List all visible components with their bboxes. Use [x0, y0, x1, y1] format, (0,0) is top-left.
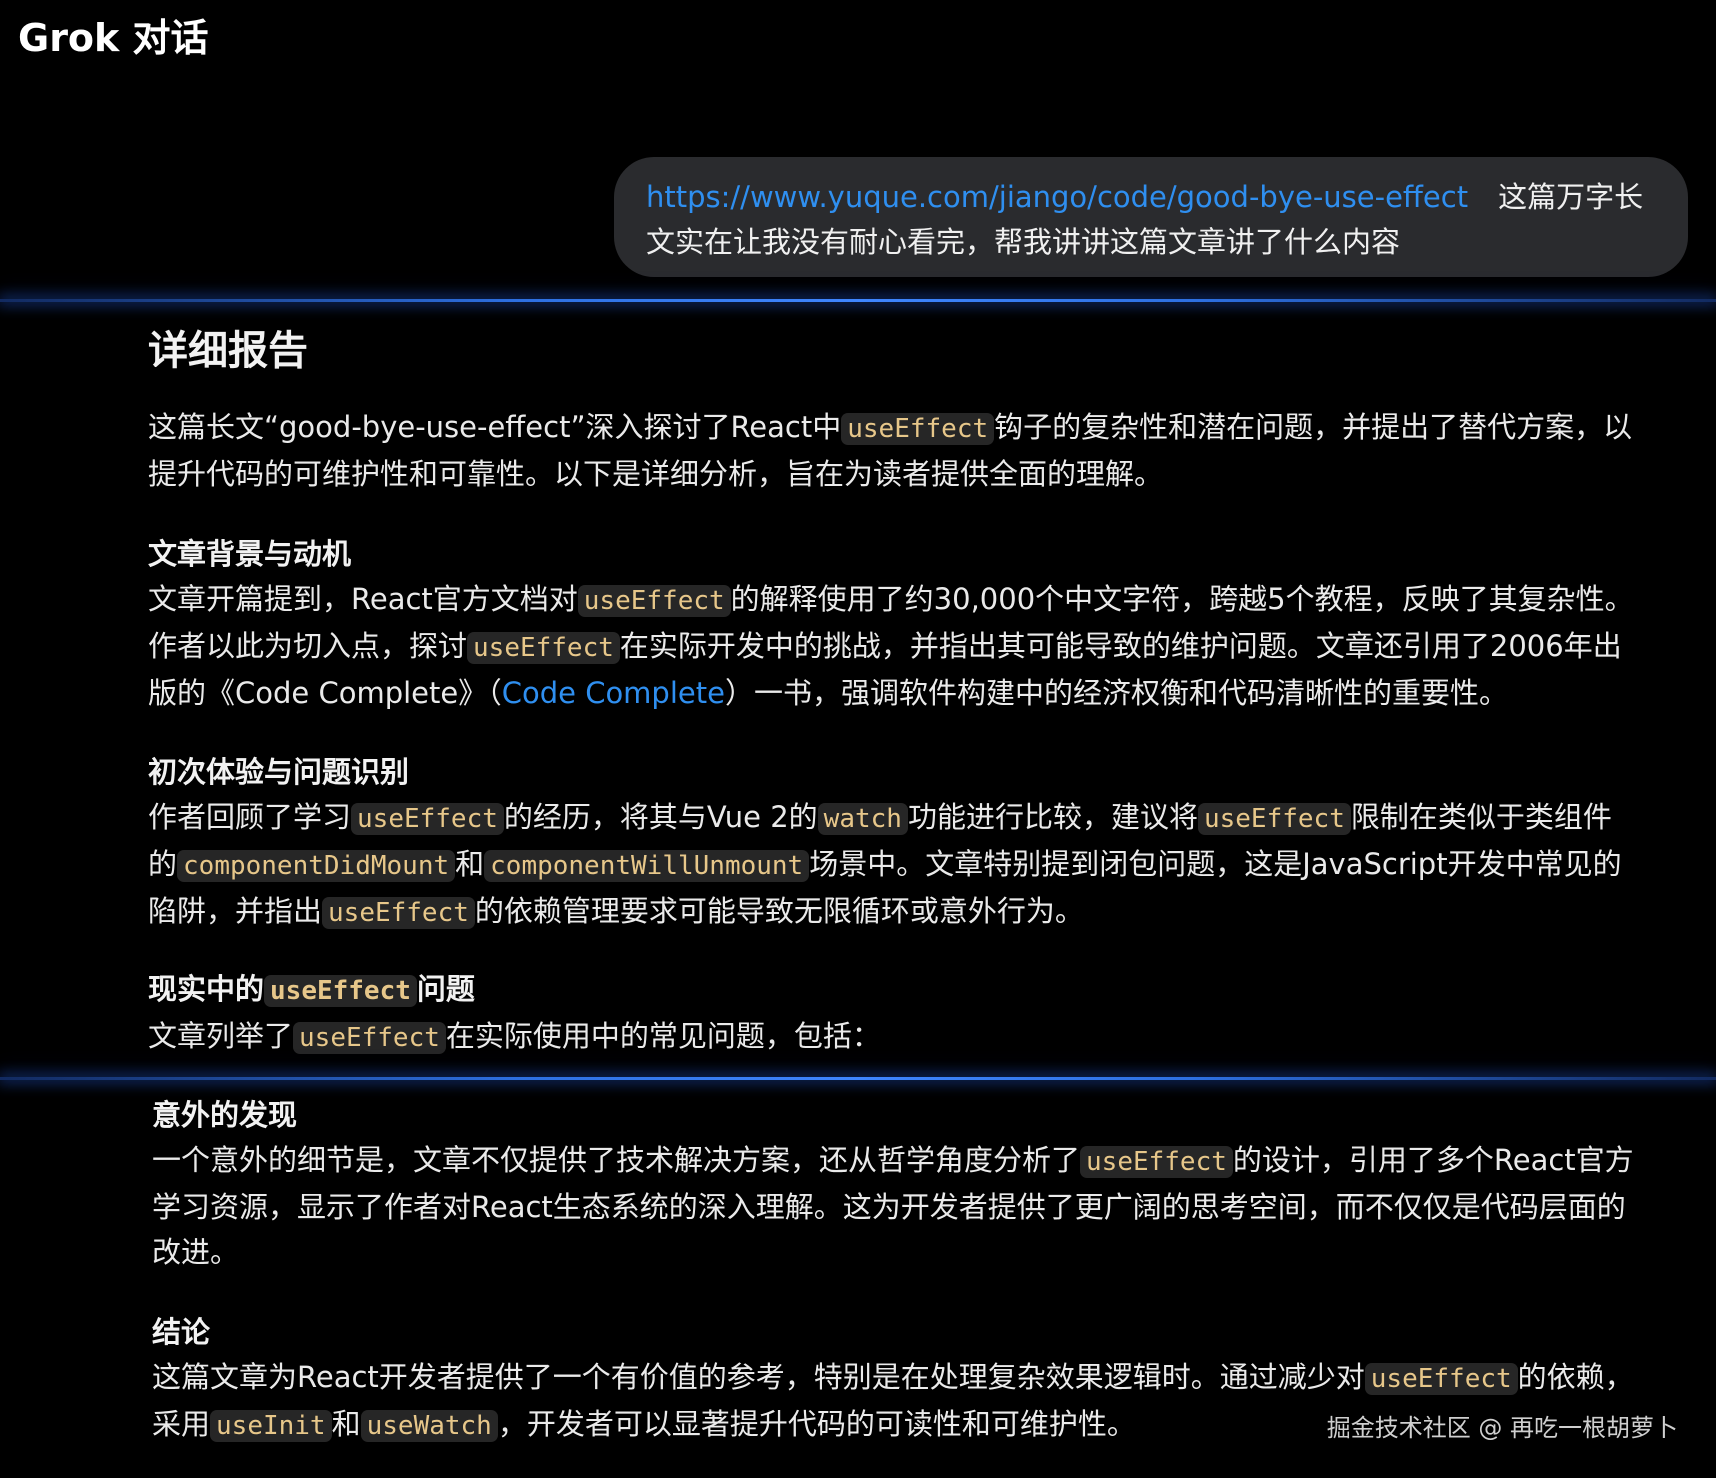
user-message-bubble: https://www.yuque.com/jiango/code/good-b… — [614, 157, 1688, 277]
real-problems-section: 现实中的 useEffect 问题 文章列举了 useEffect 在实际使用中的常见问… — [148, 967, 881, 1061]
middle-glow-divider — [0, 1077, 1716, 1080]
inline-code: useEffect — [1080, 1146, 1233, 1178]
inline-code: useWatch — [360, 1410, 498, 1442]
user-message-line-1: https://www.yuque.com/jiango/code/good-b… — [646, 175, 1652, 220]
first-experience-line-2: 的 componentDidMount 和 componentWillUnmount 场… — [148, 847, 1622, 882]
unexpected-line-2: 学习资源，显示了作者对React生态系统的深入理解。这为开发者提供了更广阔的思考… — [152, 1190, 1626, 1224]
first-experience-section: 初次体验与问题识别 作者回顾了学习 useEffect 的经历，将其与Vue 2的 w… — [148, 750, 1622, 936]
intro-section: 这篇长文“good-bye-use-effect”深入探讨了React中 useE… — [148, 405, 1632, 497]
user-message-line-2: 文实在让我没有耐心看完，帮我讲讲这篇文章讲了什么内容 — [646, 225, 1401, 259]
user-message-link[interactable]: https://www.yuque.com/jiango/code/good-b… — [646, 180, 1468, 214]
intro-line-2: 提升代码的可维护性和可靠性。以下是详细分析，旨在为读者提供全面的理解。 — [148, 457, 1164, 491]
inline-code: useEffect — [1364, 1363, 1518, 1395]
inline-code: useEffect — [351, 803, 504, 835]
inline-code: useEffect — [1197, 803, 1351, 835]
first-experience-title: 初次体验与问题识别 — [148, 755, 410, 789]
unexpected-line-1: 一个意外的细节是，文章不仅提供了技术解决方案，还从哲学角度分析了 useEffec… — [152, 1143, 1634, 1178]
background-line-3: 版的《Code Complete》（Code Complete）一书，强调软件构… — [148, 676, 1508, 710]
first-experience-line-3: 陷阱，并指出 useEffect 的依赖管理要求可能导致无限循环或意外行为。 — [148, 894, 1084, 929]
conclusion-title: 结论 — [152, 1315, 211, 1349]
conclusion-line-1: 这篇文章为React开发者提供了一个有价值的参考，特别是在处理复杂效果逻辑时。通… — [152, 1360, 1634, 1395]
first-experience-line-1: 作者回顾了学习 useEffect 的经历，将其与Vue 2的 watch 功能进行比较… — [148, 800, 1612, 835]
inline-code: useEffect — [322, 897, 475, 929]
background-section: 文章背景与动机 文章开篇提到，React官方文档对 useEffect 的解释使用了… — [148, 532, 1634, 716]
inline-code: useEffect — [841, 413, 995, 445]
background-title: 文章背景与动机 — [148, 537, 352, 571]
inline-code: useEffect — [577, 585, 731, 617]
watermark: 掘金技术社区 @ 再吃一根胡萝卜 — [1326, 1414, 1678, 1442]
inline-code: useEffect — [467, 632, 620, 664]
inline-code: componentWillUnmount — [484, 850, 810, 882]
app-title: Grok 对话 — [18, 16, 209, 60]
real-problems-title: 现实中的 useEffect 问题 — [148, 972, 475, 1007]
report-title: 详细报告 — [148, 328, 308, 374]
unexpected-line-3: 改进。 — [152, 1235, 240, 1269]
top-glow-divider — [0, 299, 1716, 302]
code-complete-link[interactable]: Code Complete — [502, 676, 725, 710]
inline-code: componentDidMount — [177, 850, 456, 882]
unexpected-section: 意外的发现 一个意外的细节是，文章不仅提供了技术解决方案，还从哲学角度分析了 us… — [152, 1093, 1634, 1275]
real-problems-line-1: 文章列举了 useEffect 在实际使用中的常见问题，包括： — [148, 1019, 881, 1054]
background-line-1: 文章开篇提到，React官方文档对 useEffect 的解释使用了约30,000个… — [148, 582, 1634, 617]
unexpected-title: 意外的发现 — [152, 1098, 298, 1132]
inline-code: useInit — [210, 1410, 332, 1442]
inline-code: useEffect — [264, 975, 417, 1007]
user-message-text-1: 这篇万字长 — [1498, 180, 1644, 214]
inline-code: useEffect — [293, 1022, 446, 1054]
intro-line-1: 这篇长文“good-bye-use-effect”深入探讨了React中 useE… — [148, 410, 1633, 445]
inline-code: watch — [817, 803, 908, 835]
background-line-2: 作者以此为切入点，探讨 useEffect 在实际开发中的挑战，并指出其可能导致的维… — [148, 629, 1622, 664]
